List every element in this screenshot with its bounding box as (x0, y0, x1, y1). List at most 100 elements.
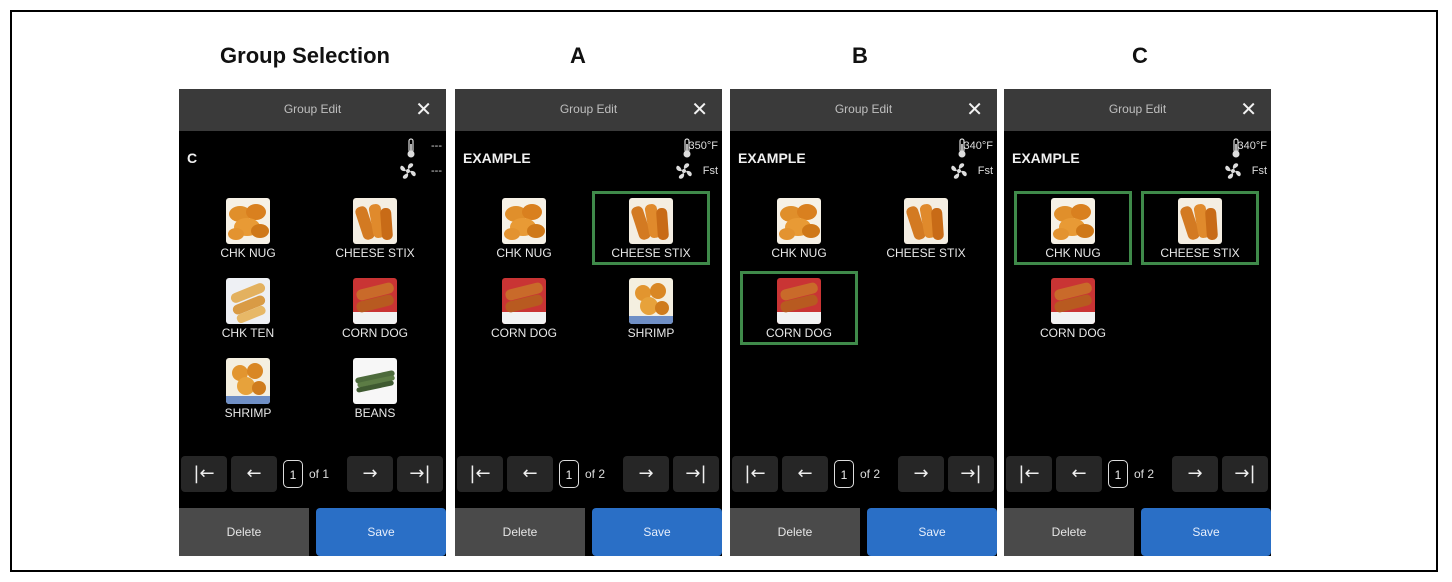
product-label: CHK NUG (771, 246, 827, 260)
page-count-label: of 2 (860, 467, 881, 481)
product-tile[interactable]: SHRIMP (189, 351, 307, 425)
chicken-tenders-image (226, 278, 270, 324)
group-edit-screen: Group Edit ✕ EXAMPLE 340°F Fst CHK NUG CHEESE … (730, 89, 997, 556)
chicken-nuggets-image (1051, 198, 1095, 244)
first-page-button[interactable]: |← (457, 456, 503, 492)
product-tile[interactable]: CHK NUG (1014, 191, 1132, 265)
fan-speed-value: --- (431, 165, 442, 177)
save-button[interactable]: Save (867, 508, 997, 556)
group-name: EXAMPLE (1012, 150, 1080, 166)
group-name: C (187, 150, 198, 166)
product-label: BEANS (354, 406, 396, 420)
product-tile[interactable]: CHEESE STIX (592, 191, 710, 265)
corn-dog-image (1051, 278, 1095, 324)
group-edit-screen: Group Edit ✕ C --- --- CHK NUG CHEESE STIX CHK … (179, 89, 446, 556)
last-page-button[interactable]: →| (1222, 456, 1268, 492)
product-tile[interactable]: CHK NUG (189, 191, 307, 265)
fan-speed-value: Fst (702, 165, 718, 177)
header-title: Group Edit (834, 102, 893, 116)
fan-icon (398, 161, 418, 186)
last-page-button[interactable]: →| (948, 456, 994, 492)
header-bar: Group Edit ✕ (730, 89, 997, 131)
header-bar: Group Edit ✕ (455, 89, 722, 131)
temperature-value: --- (431, 140, 442, 152)
product-tile[interactable]: BEANS (316, 351, 434, 425)
page-count-label: of 1 (309, 467, 330, 481)
last-page-button[interactable]: →| (397, 456, 443, 492)
pagination: |← ← 1 of 2 → →| (455, 456, 722, 492)
group-edit-screen: Group Edit ✕ EXAMPLE 350°F Fst CHK NUG CHEESE … (455, 89, 722, 556)
product-label: CORN DOG (1040, 326, 1106, 340)
group-name: EXAMPLE (738, 150, 806, 166)
close-icon[interactable]: ✕ (691, 98, 708, 120)
shrimp-image (629, 278, 673, 324)
page-number-field[interactable]: 1 (283, 460, 303, 488)
close-icon[interactable]: ✕ (415, 98, 432, 120)
close-icon[interactable]: ✕ (966, 98, 983, 120)
page-number-field[interactable]: 1 (834, 460, 854, 488)
product-tile[interactable]: CORN DOG (1014, 271, 1132, 345)
prev-page-button[interactable]: ← (1056, 456, 1102, 492)
prev-page-button[interactable]: ← (231, 456, 277, 492)
next-page-button[interactable]: → (623, 456, 669, 492)
chicken-nuggets-image (226, 198, 270, 244)
pagination: |← ← 1 of 2 → →| (730, 456, 997, 492)
header-title: Group Edit (1108, 102, 1167, 116)
next-page-button[interactable]: → (1172, 456, 1218, 492)
delete-button[interactable]: Delete (1004, 508, 1134, 556)
corn-dog-image (777, 278, 821, 324)
product-tile[interactable]: CHK NUG (465, 191, 583, 265)
product-tile[interactable]: CHK NUG (740, 191, 858, 265)
corn-dog-image (353, 278, 397, 324)
product-tile[interactable]: CHEESE STIX (1141, 191, 1259, 265)
first-page-button[interactable]: |← (1006, 456, 1052, 492)
save-button[interactable]: Save (592, 508, 722, 556)
product-label: SHRIMP (627, 326, 675, 340)
header-title: Group Edit (559, 102, 618, 116)
next-page-button[interactable]: → (898, 456, 944, 492)
product-label: SHRIMP (224, 406, 272, 420)
delete-button[interactable]: Delete (179, 508, 309, 556)
title-c: C (1132, 43, 1148, 68)
next-page-button[interactable]: → (347, 456, 393, 492)
product-label: CHK NUG (1045, 246, 1101, 260)
cheese-sticks-image (629, 198, 673, 244)
page-number-field[interactable]: 1 (1108, 460, 1128, 488)
product-tile[interactable]: CORN DOG (465, 271, 583, 345)
save-button[interactable]: Save (1141, 508, 1271, 556)
thermometer-icon (406, 138, 416, 163)
fan-speed-value: Fst (1251, 165, 1267, 177)
save-button[interactable]: Save (316, 508, 446, 556)
prev-page-button[interactable]: ← (782, 456, 828, 492)
temperature-value: 350°F (688, 140, 718, 152)
header-bar: Group Edit ✕ (179, 89, 446, 131)
first-page-button[interactable]: |← (181, 456, 227, 492)
product-label: CHEESE STIX (335, 246, 415, 260)
fan-speed-value: Fst (977, 165, 993, 177)
product-label: CORN DOG (766, 326, 832, 340)
page-count-label: of 2 (585, 467, 606, 481)
product-label: CHK NUG (496, 246, 552, 260)
fan-icon (949, 161, 969, 186)
prev-page-button[interactable]: ← (507, 456, 553, 492)
product-tile[interactable]: CHK TEN (189, 271, 307, 345)
first-page-button[interactable]: |← (732, 456, 778, 492)
product-label: CORN DOG (491, 326, 557, 340)
close-icon[interactable]: ✕ (1240, 98, 1257, 120)
product-tile[interactable]: CHEESE STIX (867, 191, 985, 265)
product-label: CHEESE STIX (886, 246, 966, 260)
chicken-nuggets-image (502, 198, 546, 244)
delete-button[interactable]: Delete (730, 508, 860, 556)
product-label: CHK NUG (220, 246, 276, 260)
product-tile[interactable]: CORN DOG (316, 271, 434, 345)
product-tile[interactable]: SHRIMP (592, 271, 710, 345)
title-a: A (570, 43, 586, 68)
product-tile[interactable]: CORN DOG (740, 271, 858, 345)
group-name: EXAMPLE (463, 150, 531, 166)
shrimp-image (226, 358, 270, 404)
page-number-field[interactable]: 1 (559, 460, 579, 488)
group-edit-screen: Group Edit ✕ EXAMPLE 340°F Fst CHK NUG CHEESE … (1004, 89, 1271, 556)
delete-button[interactable]: Delete (455, 508, 585, 556)
product-tile[interactable]: CHEESE STIX (316, 191, 434, 265)
last-page-button[interactable]: →| (673, 456, 719, 492)
